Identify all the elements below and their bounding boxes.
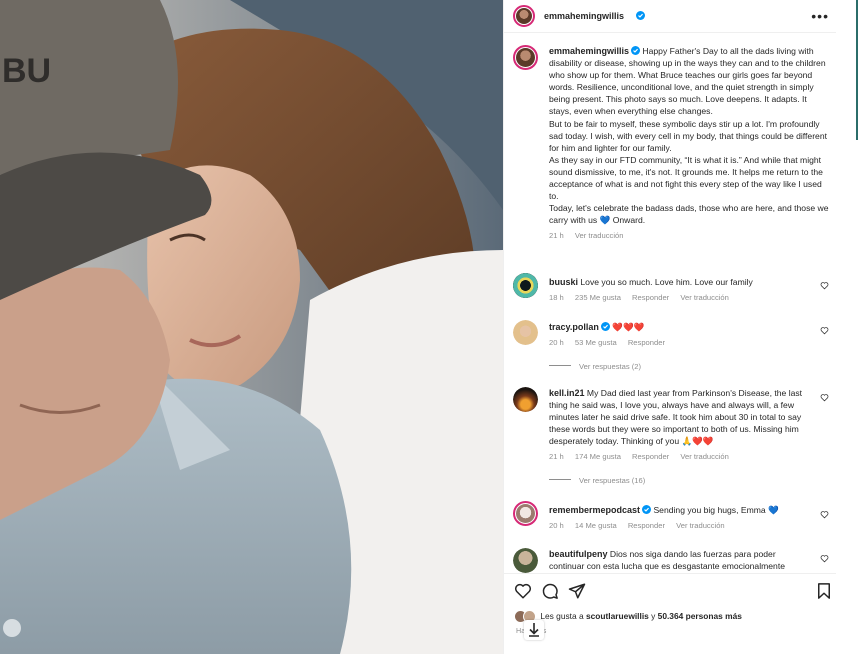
comment-time: 20 h <box>549 338 564 348</box>
comment-meta: 21 h 174 Me gusta Responder Ver traducci… <box>549 451 813 463</box>
author-username[interactable]: emmahemingwillis <box>544 11 624 21</box>
like-comment-icon[interactable] <box>820 281 829 290</box>
verified-icon <box>600 322 610 331</box>
comment-text: Love you so much. Love him. Love our fam… <box>580 277 753 287</box>
comment-time: 21 h <box>549 452 564 462</box>
likes-middle: y <box>651 611 656 621</box>
comment-item: beautifulpeny Dios nos siga dando las fu… <box>513 548 831 573</box>
caption-paragraph-1: Happy Father's Day to all the dads livin… <box>549 46 826 117</box>
caption-paragraph-2: But to be fair to myself, these symbolic… <box>549 118 828 153</box>
commenter-username[interactable]: remembermepodcast <box>549 505 640 515</box>
liker-username[interactable]: scoutlaruewillis <box>586 611 649 621</box>
likes-count[interactable]: 50.364 personas más <box>658 611 742 621</box>
post-header: emmahemingwillis ••• <box>504 0 837 33</box>
post-photo: BU <box>0 0 503 654</box>
caption-meta: 21 h Ver traducción <box>549 230 831 242</box>
reply-link[interactable]: Responder <box>628 521 665 530</box>
bookmark-icon[interactable] <box>815 582 833 600</box>
comment-time: 18 h <box>549 293 564 303</box>
commenter-username[interactable]: tracy.pollan <box>549 322 599 332</box>
download-button[interactable] <box>524 620 544 640</box>
author-avatar[interactable] <box>513 5 535 27</box>
comment-time: 20 h <box>549 521 564 531</box>
like-comment-icon[interactable] <box>820 510 829 519</box>
view-replies-button[interactable]: Ver respuestas (2) <box>549 362 641 371</box>
comment-likes[interactable]: 174 Me gusta <box>575 452 621 461</box>
download-icon <box>529 623 539 637</box>
reply-link[interactable]: Responder <box>632 452 669 461</box>
verified-icon <box>636 11 645 20</box>
comment-item: tracy.pollan ❤️❤️❤️ 20 h 53 Me gusta Res… <box>513 320 831 360</box>
translate-link[interactable]: Ver traducción <box>680 293 729 302</box>
comment-text: ❤️❤️❤️ <box>612 322 645 332</box>
caption-paragraph-4: Today, let's celebrate the badass dads, … <box>549 203 829 226</box>
heart-icon[interactable] <box>514 582 532 600</box>
view-replies-button[interactable]: Ver respuestas (16) <box>549 476 645 485</box>
comment-likes[interactable]: 53 Me gusta <box>575 338 617 347</box>
caption-time: 21 h <box>549 231 564 241</box>
comment-likes[interactable]: 14 Me gusta <box>575 521 617 530</box>
caption: emmahemingwillis Happy Father's Day to a… <box>513 45 831 260</box>
action-bar: Les gusta a scoutlaruewillis y 50.364 pe… <box>504 573 837 655</box>
commenter-avatar[interactable] <box>513 320 538 345</box>
comment-text: Sending you big hugs, Emma 💙 <box>653 505 779 515</box>
reply-link[interactable]: Responder <box>632 293 669 302</box>
verified-icon <box>631 46 641 55</box>
caption-username[interactable]: emmahemingwillis <box>549 46 629 56</box>
translate-link[interactable]: Ver traducción <box>680 452 729 461</box>
scroll-indicator <box>856 0 858 140</box>
likes-prefix: Les gusta a <box>540 611 584 621</box>
verified-icon <box>642 505 652 514</box>
caption-translate-link[interactable]: Ver traducción <box>575 231 624 240</box>
likes-summary[interactable]: Les gusta a scoutlaruewillis y 50.364 pe… <box>514 610 742 623</box>
translate-link[interactable]: Ver traducción <box>676 521 725 530</box>
comment-item: kell.in21 My Dad died last year from Par… <box>513 387 831 469</box>
comment-meta: 20 h 14 Me gusta Responder Ver traducció… <box>549 520 813 532</box>
cap-letters: BU <box>2 52 51 90</box>
comment-item: buuski Love you so much. Love him. Love … <box>513 273 831 313</box>
comment-item: remembermepodcast Sending you big hugs, … <box>513 501 831 541</box>
reply-link[interactable]: Responder <box>628 338 665 347</box>
comment-text: My Dad died last year from Parkinson's D… <box>549 388 803 447</box>
commenter-avatar[interactable] <box>513 501 538 526</box>
comment-likes[interactable]: 235 Me gusta <box>575 293 621 302</box>
commenter-avatar[interactable] <box>513 548 538 573</box>
commenter-avatar[interactable] <box>513 273 538 298</box>
commenter-avatar[interactable] <box>513 387 538 412</box>
more-icon[interactable]: ••• <box>811 8 829 24</box>
commenter-username[interactable]: buuski <box>549 277 578 287</box>
comment-icon[interactable] <box>541 582 559 600</box>
like-comment-icon[interactable] <box>820 326 829 335</box>
commenter-username[interactable]: kell.in21 <box>549 388 585 398</box>
comments-scroll[interactable]: emmahemingwillis Happy Father's Day to a… <box>504 33 837 573</box>
like-comment-icon[interactable] <box>820 393 829 402</box>
like-comment-icon[interactable] <box>820 554 829 563</box>
commenter-username[interactable]: beautifulpeny <box>549 549 608 559</box>
caption-paragraph-3: As they say in our FTD community, “It is… <box>549 154 823 202</box>
comment-meta: 18 h 235 Me gusta Responder Ver traducci… <box>549 292 813 304</box>
caption-avatar[interactable] <box>513 45 538 70</box>
share-icon[interactable] <box>568 582 586 600</box>
comment-meta: 20 h 53 Me gusta Responder <box>549 337 813 349</box>
post-panel: emmahemingwillis ••• emmahemingwillis Ha… <box>503 0 837 654</box>
